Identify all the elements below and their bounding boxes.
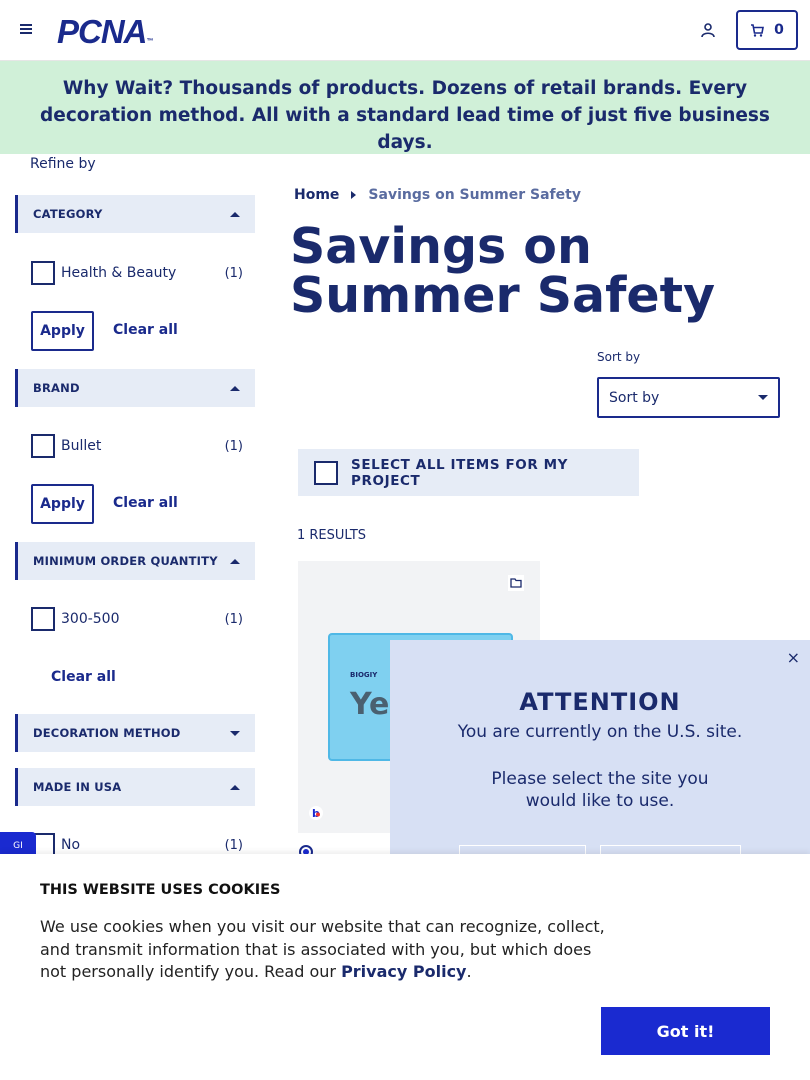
product-brand-text: BIOGIY (350, 671, 378, 679)
facet-title: CATEGORY (33, 207, 103, 221)
option-count: (1) (224, 611, 243, 627)
facet-option-bullet[interactable]: Bullet (1) (31, 433, 243, 459)
privacy-policy-link[interactable]: Privacy Policy (341, 962, 466, 981)
promo-banner: Why Wait? Thousands of products. Dozens … (0, 61, 810, 154)
brand-badge-icon: b (309, 806, 323, 820)
select-all-label: SELECT ALL ITEMS FOR MY PROJECT (351, 456, 569, 489)
caret-up-icon (230, 784, 240, 790)
option-count: (1) (224, 837, 243, 853)
option-label: Bullet (61, 438, 102, 454)
caret-down-icon (758, 395, 768, 400)
breadcrumb-current: Savings on Summer Safety (368, 187, 581, 203)
option-count: (1) (224, 438, 243, 454)
side-tab-label: GI (13, 841, 23, 851)
got-it-button[interactable]: Got it! (601, 1007, 770, 1055)
cookie-text: We use cookies when you visit our websit… (40, 917, 605, 981)
option-label: No (61, 837, 81, 853)
product-image-text: Ye (350, 687, 390, 722)
breadcrumb-home-link[interactable]: Home (294, 187, 339, 203)
sort-label: Sort by (597, 350, 641, 364)
caret-up-icon (230, 558, 240, 564)
checkbox[interactable] (31, 261, 55, 285)
breadcrumb-separator-icon (351, 191, 357, 199)
logo-text: PCNA (57, 13, 148, 50)
close-icon[interactable]: × (787, 648, 800, 667)
site-header: PCNA™ 0 (0, 0, 810, 61)
facet-decoration-header[interactable]: DECORATION METHOD (15, 714, 255, 752)
facet-made-in-usa-header[interactable]: MADE IN USA (15, 768, 255, 806)
caret-down-icon (230, 730, 240, 736)
cookie-banner: THIS WEBSITE USES COOKIES We use cookies… (0, 854, 810, 1080)
facet-moq-header[interactable]: MINIMUM ORDER QUANTITY (15, 542, 255, 580)
hamburger-menu-icon[interactable] (20, 22, 36, 38)
checkbox[interactable] (31, 607, 55, 631)
clear-category-link[interactable]: Clear all (113, 322, 178, 338)
logo-trademark: ™ (146, 38, 154, 45)
modal-line2: Please select the site you would like to… (491, 769, 709, 811)
cart-count: 0 (774, 22, 784, 38)
cart-button[interactable]: 0 (736, 10, 798, 50)
promo-lead: Why Wait? (62, 78, 174, 99)
caret-up-icon (230, 211, 240, 217)
modal-line1: You are currently on the U.S. site. (457, 722, 743, 742)
modal-title: ATTENTION (519, 688, 681, 716)
add-to-project-icon[interactable] (508, 575, 524, 591)
cart-icon (751, 23, 765, 37)
facet-option-300-500[interactable]: 300-500 (1) (31, 606, 243, 632)
checkbox[interactable] (31, 434, 55, 458)
caret-up-icon (230, 385, 240, 391)
apply-brand-button[interactable]: Apply (31, 484, 94, 524)
cookie-body: We use cookies when you visit our websit… (40, 917, 605, 981)
select-all-checkbox[interactable] (314, 460, 338, 485)
user-account-icon[interactable] (700, 22, 716, 38)
option-label: 300-500 (61, 611, 120, 627)
clear-brand-link[interactable]: Clear all (113, 495, 178, 511)
facet-title: BRAND (33, 381, 80, 395)
facet-option-health-beauty[interactable]: Health & Beauty (1) (31, 260, 243, 286)
site-selection-modal: × ATTENTION You are currently on the U.S… (390, 640, 810, 857)
results-count: 1 RESULTS (297, 528, 367, 543)
facet-title: DECORATION METHOD (33, 726, 181, 740)
clear-moq-link[interactable]: Clear all (51, 669, 116, 685)
option-count: (1) (224, 265, 243, 281)
select-all-items[interactable]: SELECT ALL ITEMS FOR MY PROJECT (298, 449, 639, 496)
sort-select-value: Sort by (609, 389, 660, 406)
page-title: Savings on Summer Safety (290, 218, 716, 324)
facet-title: MADE IN USA (33, 780, 122, 794)
sort-select[interactable]: Sort by (597, 377, 780, 418)
refine-by-label: Refine by (30, 156, 96, 172)
option-label: Health & Beauty (61, 265, 177, 281)
facet-title: MINIMUM ORDER QUANTITY (33, 554, 218, 568)
apply-category-button[interactable]: Apply (31, 311, 94, 351)
breadcrumb: Home Savings on Summer Safety (294, 187, 581, 203)
facet-brand-header[interactable]: BRAND (15, 369, 255, 407)
pcna-logo[interactable]: PCNA™ (57, 13, 154, 51)
cookie-title: THIS WEBSITE USES COOKIES (40, 882, 281, 898)
facet-category-header[interactable]: CATEGORY (15, 195, 255, 233)
